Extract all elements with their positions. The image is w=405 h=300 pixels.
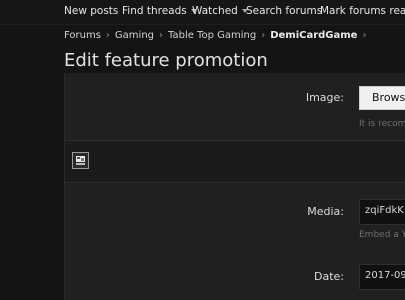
image-label: Image: [305,91,344,104]
nav-find-threads[interactable]: Find threads [122,5,197,17]
chevron-right-icon: › [362,30,367,41]
page-title: Edit feature promotion [64,50,268,71]
nav-watched-label: Watched [192,5,238,17]
chevron-right-icon: › [105,30,110,41]
media-input[interactable]: zqiFdkK [359,199,405,225]
breadcrumb-table-top-gaming[interactable]: Table Top Gaming [168,30,256,41]
image-thumbnail-icon[interactable] [72,152,89,169]
nav-find-threads-label: Find threads [122,5,187,17]
date-value: 2017-09 [365,270,405,281]
chevron-right-icon: › [261,30,266,41]
date-label: Date: [314,270,344,283]
breadcrumb-gaming[interactable]: Gaming [115,30,154,41]
media-hint: Embed a Y [359,230,405,240]
breadcrumb-forums[interactable]: Forums [64,30,101,41]
form-panel [64,73,405,300]
browse-button[interactable]: Browse [359,86,405,110]
media-label: Media: [307,205,344,218]
breadcrumb: Forums › Gaming › Table Top Gaming › DemiCardG… [64,30,371,41]
nav-new-posts[interactable]: New posts [64,5,118,17]
nav-mark-forums-read[interactable]: Mark forums read [320,5,405,17]
image-preview-row [65,141,405,182]
row-divider [65,182,405,183]
chevron-right-icon: › [159,30,164,41]
top-navigation: New posts Find threads Watched Search fo… [0,0,405,24]
breadcrumb-demicardgame[interactable]: DemiCardGame [270,30,357,41]
image-hint: It is recom [359,119,405,129]
nav-divider [0,24,405,25]
nav-watched[interactable]: Watched [192,5,248,17]
date-input[interactable]: 2017-09 [359,264,405,290]
nav-search-forums[interactable]: Search forums [246,5,322,17]
media-value: zqiFdkK [365,205,404,216]
